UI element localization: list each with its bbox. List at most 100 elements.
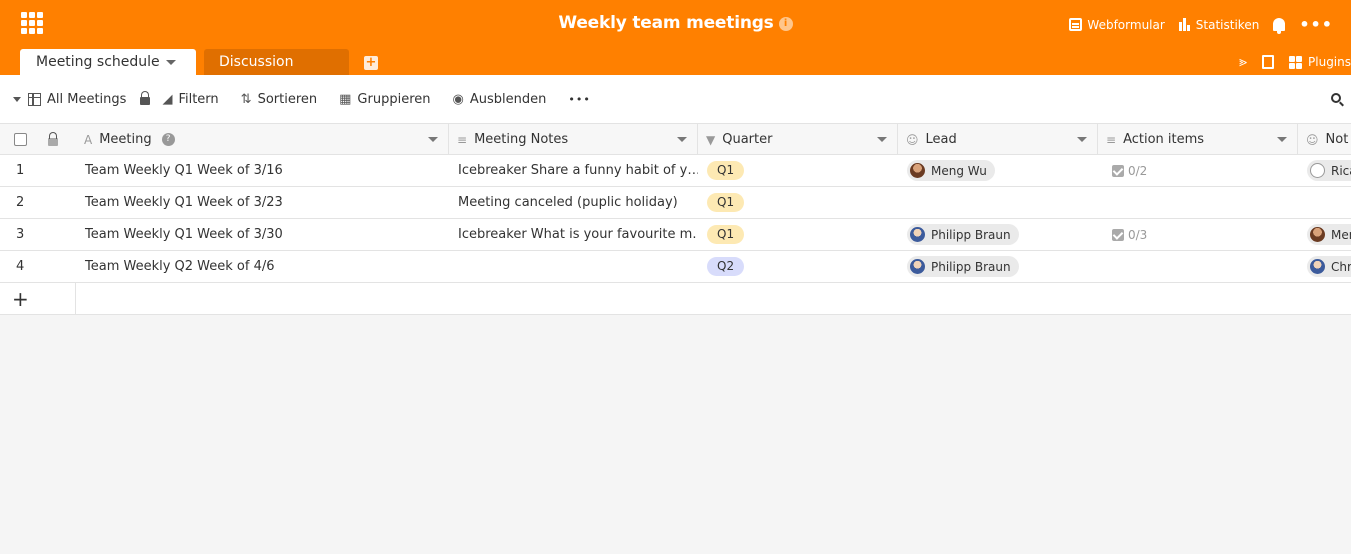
more-icon: ••• xyxy=(568,92,591,106)
notes-taker-cell[interactable]: Rica xyxy=(1298,155,1351,186)
action-items-cell[interactable]: 0/3 xyxy=(1098,219,1298,250)
column-header-notes-taker[interactable]: ☺ Not xyxy=(1298,124,1351,155)
meeting-cell[interactable]: Team Weekly Q1 Week of 3/30 xyxy=(76,219,449,250)
column-header-action-items[interactable]: ≡ Action items xyxy=(1098,124,1298,155)
search-icon[interactable] xyxy=(1331,93,1341,103)
column-header-quarter[interactable]: ▼ Quarter xyxy=(698,124,898,155)
notes-cell[interactable] xyxy=(449,251,698,282)
chevron-down-icon[interactable] xyxy=(877,137,887,142)
more-menu-button[interactable]: ••• xyxy=(1299,15,1333,34)
lead-cell[interactable] xyxy=(898,187,1098,218)
column-label: Not xyxy=(1325,132,1349,147)
column-label: Lead xyxy=(925,132,957,147)
long-text-icon: ≡ xyxy=(1106,132,1117,147)
notes-taker-cell[interactable]: Chri xyxy=(1298,251,1351,282)
grid-view-icon xyxy=(28,92,41,106)
share-icon[interactable]: ⪢ xyxy=(1239,54,1247,70)
add-row[interactable]: + xyxy=(0,283,1351,315)
toolbar-more-button[interactable]: ••• xyxy=(568,93,590,106)
sort-button[interactable]: ⇅ Sortieren xyxy=(241,92,317,107)
collaborator-chip: Chri xyxy=(1307,256,1351,277)
group-button[interactable]: ▦ Gruppieren xyxy=(339,92,430,107)
collaborator-chip: Rica xyxy=(1307,160,1351,181)
table-row[interactable]: 1 Team Weekly Q1 Week of 3/16 Icebreaker… xyxy=(0,155,1351,187)
row-index: 1 xyxy=(16,163,25,178)
notes-cell[interactable]: Icebreaker What is your favourite m… xyxy=(449,219,698,250)
person-name: Rica xyxy=(1331,163,1351,178)
collaborator-icon: ☺ xyxy=(906,132,919,147)
text-column-icon: A xyxy=(84,132,93,147)
avatar xyxy=(910,227,925,242)
action-items-cell[interactable] xyxy=(1098,251,1298,282)
meeting-cell[interactable]: Team Weekly Q1 Week of 3/16 xyxy=(76,155,449,186)
eye-off-icon: ◉ xyxy=(452,91,464,107)
lead-cell[interactable]: Philipp Braun xyxy=(898,251,1098,282)
lead-cell[interactable]: Philipp Braun xyxy=(898,219,1098,250)
column-header-lead[interactable]: ☺ Lead xyxy=(898,124,1098,155)
row-index: 2 xyxy=(16,195,25,210)
filter-icon: ◢ xyxy=(162,91,173,107)
action-items-cell[interactable]: 0/2 xyxy=(1098,155,1298,186)
lock-icon xyxy=(48,131,58,146)
plugin-icon xyxy=(1289,55,1303,69)
document-icon[interactable] xyxy=(1262,55,1275,69)
bell-icon xyxy=(1273,18,1286,34)
chevron-down-icon[interactable] xyxy=(1277,137,1287,142)
checklist-value: 0/3 xyxy=(1128,227,1148,242)
add-table-button[interactable]: + xyxy=(364,56,378,70)
collaborator-chip: Philipp Braun xyxy=(907,224,1019,245)
notifications-button[interactable] xyxy=(1273,18,1286,34)
meeting-cell[interactable]: Team Weekly Q2 Week of 4/6 xyxy=(76,251,449,282)
hide-columns-button[interactable]: ◉ Ausblenden xyxy=(453,92,547,107)
view-selector[interactable]: All Meetings xyxy=(28,92,126,107)
info-icon[interactable]: i xyxy=(778,17,793,31)
column-label: Meeting Notes xyxy=(474,132,569,147)
chevron-down-icon[interactable] xyxy=(166,60,176,65)
collaborator-chip: Philipp Braun xyxy=(907,256,1019,277)
tab-meeting-schedule[interactable]: Meeting schedule xyxy=(20,49,196,75)
notes-taker-cell[interactable] xyxy=(1298,187,1351,218)
notes-taker-cell[interactable]: Men xyxy=(1298,219,1351,250)
filter-button[interactable]: ◢ Filtern xyxy=(162,92,218,107)
table-row[interactable]: 3 Team Weekly Q1 Week of 3/30 Icebreaker… xyxy=(0,219,1351,251)
webform-button[interactable]: Webformular xyxy=(1069,17,1165,32)
chevron-down-icon[interactable] xyxy=(428,137,438,142)
plugins-button[interactable]: Plugins xyxy=(1289,55,1351,69)
add-row-button[interactable]: + xyxy=(0,283,76,314)
avatar xyxy=(910,259,925,274)
meeting-cell[interactable]: Team Weekly Q1 Week of 3/23 xyxy=(76,187,449,218)
person-name: Men xyxy=(1331,227,1351,242)
header-tools: ⪢ Plugins xyxy=(1224,54,1351,70)
view-menu-caret-icon[interactable] xyxy=(13,96,21,102)
person-name: Philipp Braun xyxy=(931,259,1011,274)
table-row[interactable]: 4 Team Weekly Q2 Week of 4/6 Q2 Philipp … xyxy=(0,251,1351,283)
quarter-cell[interactable]: Q1 xyxy=(698,219,898,250)
checkbox-icon xyxy=(1112,164,1124,177)
help-icon[interactable]: ? xyxy=(161,133,175,146)
row-lock-icon xyxy=(48,124,68,155)
form-icon xyxy=(1069,18,1083,31)
quarter-cell[interactable]: Q1 xyxy=(698,187,898,218)
chevron-down-icon[interactable] xyxy=(677,137,687,142)
collaborator-icon: ☺ xyxy=(1306,132,1319,147)
select-all-checkbox[interactable] xyxy=(14,124,34,155)
lead-cell[interactable]: Meng Wu xyxy=(898,155,1098,186)
column-header-meeting-notes[interactable]: ≡ Meeting Notes xyxy=(449,124,698,155)
notes-cell[interactable]: Meeting canceled (puplic holiday) xyxy=(449,187,698,218)
checkbox[interactable] xyxy=(14,133,27,146)
webform-label: Webformular xyxy=(1087,17,1165,32)
quarter-cell[interactable]: Q1 xyxy=(698,155,898,186)
column-label: Quarter xyxy=(722,132,773,147)
statistics-icon xyxy=(1178,18,1191,31)
row-index: 4 xyxy=(16,259,25,274)
lock-icon[interactable] xyxy=(140,91,151,105)
column-header-meeting[interactable]: A Meeting ? xyxy=(76,124,449,155)
table-row[interactable]: 2 Team Weekly Q1 Week of 3/23 Meeting ca… xyxy=(0,187,1351,219)
quarter-cell[interactable]: Q2 xyxy=(698,251,898,282)
statistics-button[interactable]: Statistiken xyxy=(1178,18,1259,32)
chevron-down-icon[interactable] xyxy=(1077,137,1087,142)
notes-cell[interactable]: Icebreaker Share a funny habit of y… xyxy=(449,155,698,186)
row-index: 3 xyxy=(16,227,25,242)
tab-discussion-topics[interactable]: Discussion topics xyxy=(204,49,349,96)
action-items-cell[interactable] xyxy=(1098,187,1298,218)
